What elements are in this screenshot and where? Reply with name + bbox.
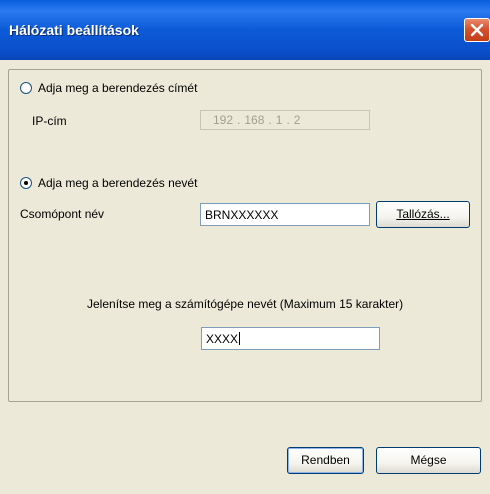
ip-address-label: IP-cím (32, 114, 67, 128)
ip-octet-3: 1 (275, 113, 283, 127)
network-settings-dialog: Hálózati beállítások Adja meg a berendez… (0, 0, 490, 494)
radio-by-name[interactable]: Adja meg a berendezés nevét (20, 176, 197, 190)
radio-by-address-label: Adja meg a berendezés címét (38, 81, 198, 95)
radio-by-address[interactable]: Adja meg a berendezés címét (20, 81, 197, 95)
dialog-title: Hálózati beállítások (9, 22, 139, 38)
ip-separator: . (268, 113, 272, 127)
ip-octet-2: 168 (244, 113, 265, 127)
radio-by-name-label: Adja meg a berendezés nevét (38, 176, 198, 190)
close-button[interactable] (464, 18, 490, 42)
cancel-button-label: Mégse (410, 453, 447, 467)
node-name-input[interactable]: BRNXXXXXX (200, 203, 370, 226)
ok-button-label: Rendben (301, 453, 350, 467)
radio-by-name-indicator[interactable] (20, 177, 32, 189)
ip-separator: . (237, 113, 241, 127)
ip-octet-4: 2 (293, 113, 301, 127)
computer-name-value: XXXX (206, 331, 239, 346)
close-icon (470, 23, 484, 37)
node-name-value: BRNXXXXXX (205, 207, 279, 222)
ip-address-field: 192 . 168 . 1 . 2 (200, 110, 370, 130)
cancel-button[interactable]: Mégse (376, 447, 481, 474)
ok-button[interactable]: Rendben (287, 447, 364, 474)
ip-separator: . (286, 113, 290, 127)
computer-name-input[interactable]: XXXX (201, 327, 380, 350)
node-name-label: Csomópont név (20, 207, 105, 221)
text-caret (239, 332, 241, 345)
browse-button[interactable]: Tallózás... (376, 201, 470, 228)
title-bar: Hálózati beállítások (0, 0, 490, 60)
computer-name-prompt: Jelenítse meg a számítógépe nevét (Maxim… (87, 297, 404, 311)
browse-button-label: Tallózás... (396, 207, 450, 221)
radio-by-address-indicator[interactable] (20, 82, 32, 94)
ip-octet-1: 192 (213, 113, 234, 127)
